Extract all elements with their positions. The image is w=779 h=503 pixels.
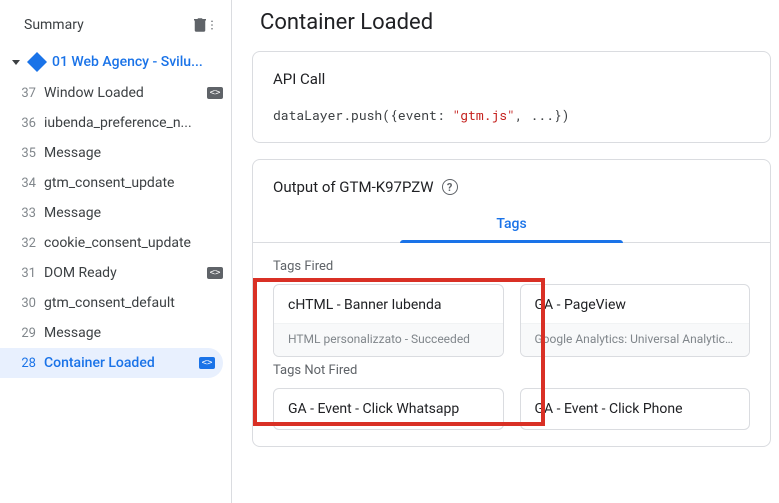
summary-row[interactable]: Summary [0, 8, 231, 46]
summary-label: Summary [24, 17, 84, 33]
tag-subtitle: Google Analytics: Universal Analytics - … [521, 323, 750, 356]
container-row[interactable]: 01 Web Agency - Svilu... [0, 46, 231, 78]
tab-tags[interactable]: Tags [480, 206, 542, 242]
tag-not-fired-card[interactable]: GA - Event - Click Phone [520, 388, 751, 430]
api-call-card: API Call dataLayer.push({event: "gtm.js"… [252, 51, 771, 143]
api-call-title: API Call [273, 70, 750, 88]
event-item-active[interactable]: 28Container Loaded<> [0, 348, 223, 378]
event-list: 37Window Loaded<> 36iubenda_preference_n… [0, 78, 231, 378]
tag-subtitle: HTML personalizzato - Succeeded [274, 323, 503, 356]
container-name: 01 Web Agency - Svilu... [52, 54, 203, 70]
code-chip-icon: <> [199, 357, 215, 369]
caret-down-icon [12, 60, 20, 65]
main-panel: Container Loaded API Call dataLayer.push… [232, 0, 779, 503]
event-item[interactable]: 36iubenda_preference_n... [0, 108, 231, 138]
tag-fired-card[interactable]: cHTML - Banner Iubenda HTML personalizza… [273, 284, 504, 357]
code-chip-icon: <> [207, 267, 223, 279]
event-item[interactable]: 37Window Loaded<> [0, 78, 231, 108]
event-item[interactable]: 29Message [0, 318, 231, 348]
clear-icon[interactable] [191, 16, 215, 34]
tag-title: GA - PageView [521, 285, 750, 323]
code-chip-icon: <> [207, 87, 223, 99]
tag-title: cHTML - Banner Iubenda [274, 285, 503, 323]
tabs: Tags [253, 206, 770, 243]
tags-fired-label: Tags Fired [273, 259, 750, 274]
event-item[interactable]: 34gtm_consent_update [0, 168, 231, 198]
tags-fired-section: Tags Fired cHTML - Banner Iubenda HTML p… [253, 243, 770, 363]
sidebar: Summary 01 Web Agency - Svilu... 37Windo… [0, 0, 232, 503]
event-item[interactable]: 30gtm_consent_default [0, 288, 231, 318]
event-item[interactable]: 32cookie_consent_update [0, 228, 231, 258]
page-title: Container Loaded [252, 10, 771, 35]
tags-not-fired-label: Tags Not Fired [273, 363, 750, 378]
event-item[interactable]: 33Message [0, 198, 231, 228]
help-icon[interactable]: ? [442, 179, 458, 195]
tag-not-fired-card[interactable]: GA - Event - Click Whatsapp [273, 388, 504, 430]
output-title: Output of GTM-K97PZW [273, 178, 434, 196]
event-item[interactable]: 31DOM Ready<> [0, 258, 231, 288]
api-call-code: dataLayer.push({event: "gtm.js", ...}) [273, 106, 750, 124]
diamond-icon [27, 52, 47, 72]
tags-not-fired-section: Tags Not Fired GA - Event - Click Whatsa… [253, 363, 770, 446]
event-item[interactable]: 35Message [0, 138, 231, 168]
output-card: Output of GTM-K97PZW ? Tags Tags Fired c… [252, 159, 771, 447]
tag-fired-card[interactable]: GA - PageView Google Analytics: Universa… [520, 284, 751, 357]
